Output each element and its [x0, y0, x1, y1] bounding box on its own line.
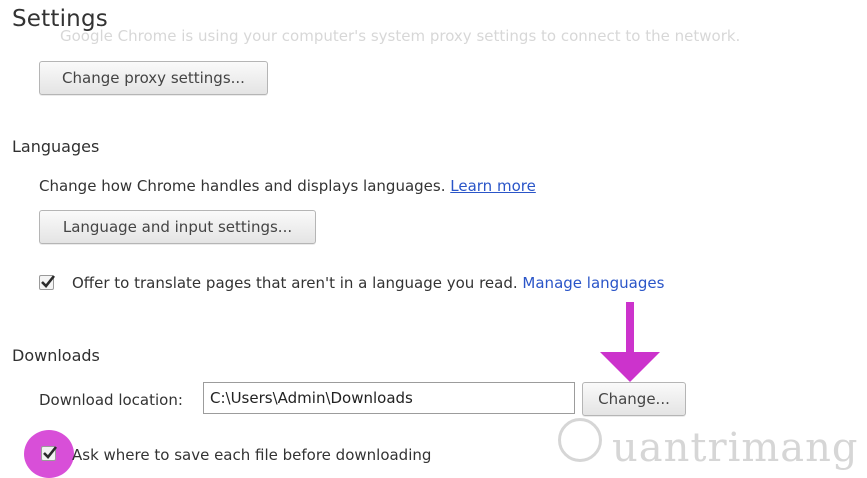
download-location-label: Download location: — [39, 391, 183, 409]
download-location-field[interactable]: C:\Users\Admin\Downloads — [203, 382, 575, 414]
ask-save-label: Ask where to save each file before downl… — [72, 446, 432, 464]
lightbulb-icon — [558, 418, 602, 462]
learn-more-link[interactable]: Learn more — [450, 177, 536, 195]
checkmark-icon — [43, 446, 58, 459]
language-input-settings-button[interactable]: Language and input settings... — [39, 210, 316, 244]
change-location-button[interactable]: Change... — [582, 382, 686, 416]
change-proxy-button[interactable]: Change proxy settings... — [39, 61, 268, 95]
languages-description-row: Change how Chrome handles and displays l… — [39, 177, 536, 195]
manage-languages-link[interactable]: Manage languages — [522, 274, 664, 292]
languages-heading: Languages — [12, 137, 100, 156]
checkmark-icon — [41, 275, 56, 288]
watermark: uantrimang — [612, 425, 859, 471]
translate-row: Offer to translate pages that aren't in … — [72, 274, 664, 292]
arrow-down-icon — [600, 302, 660, 382]
languages-description: Change how Chrome handles and displays l… — [39, 177, 446, 195]
translate-checkbox[interactable] — [39, 275, 56, 290]
translate-label: Offer to translate pages that aren't in … — [72, 274, 518, 292]
proxy-info-text: Google Chrome is using your computer's s… — [60, 27, 741, 45]
downloads-heading: Downloads — [12, 346, 100, 365]
ask-save-checkbox[interactable] — [41, 446, 58, 461]
